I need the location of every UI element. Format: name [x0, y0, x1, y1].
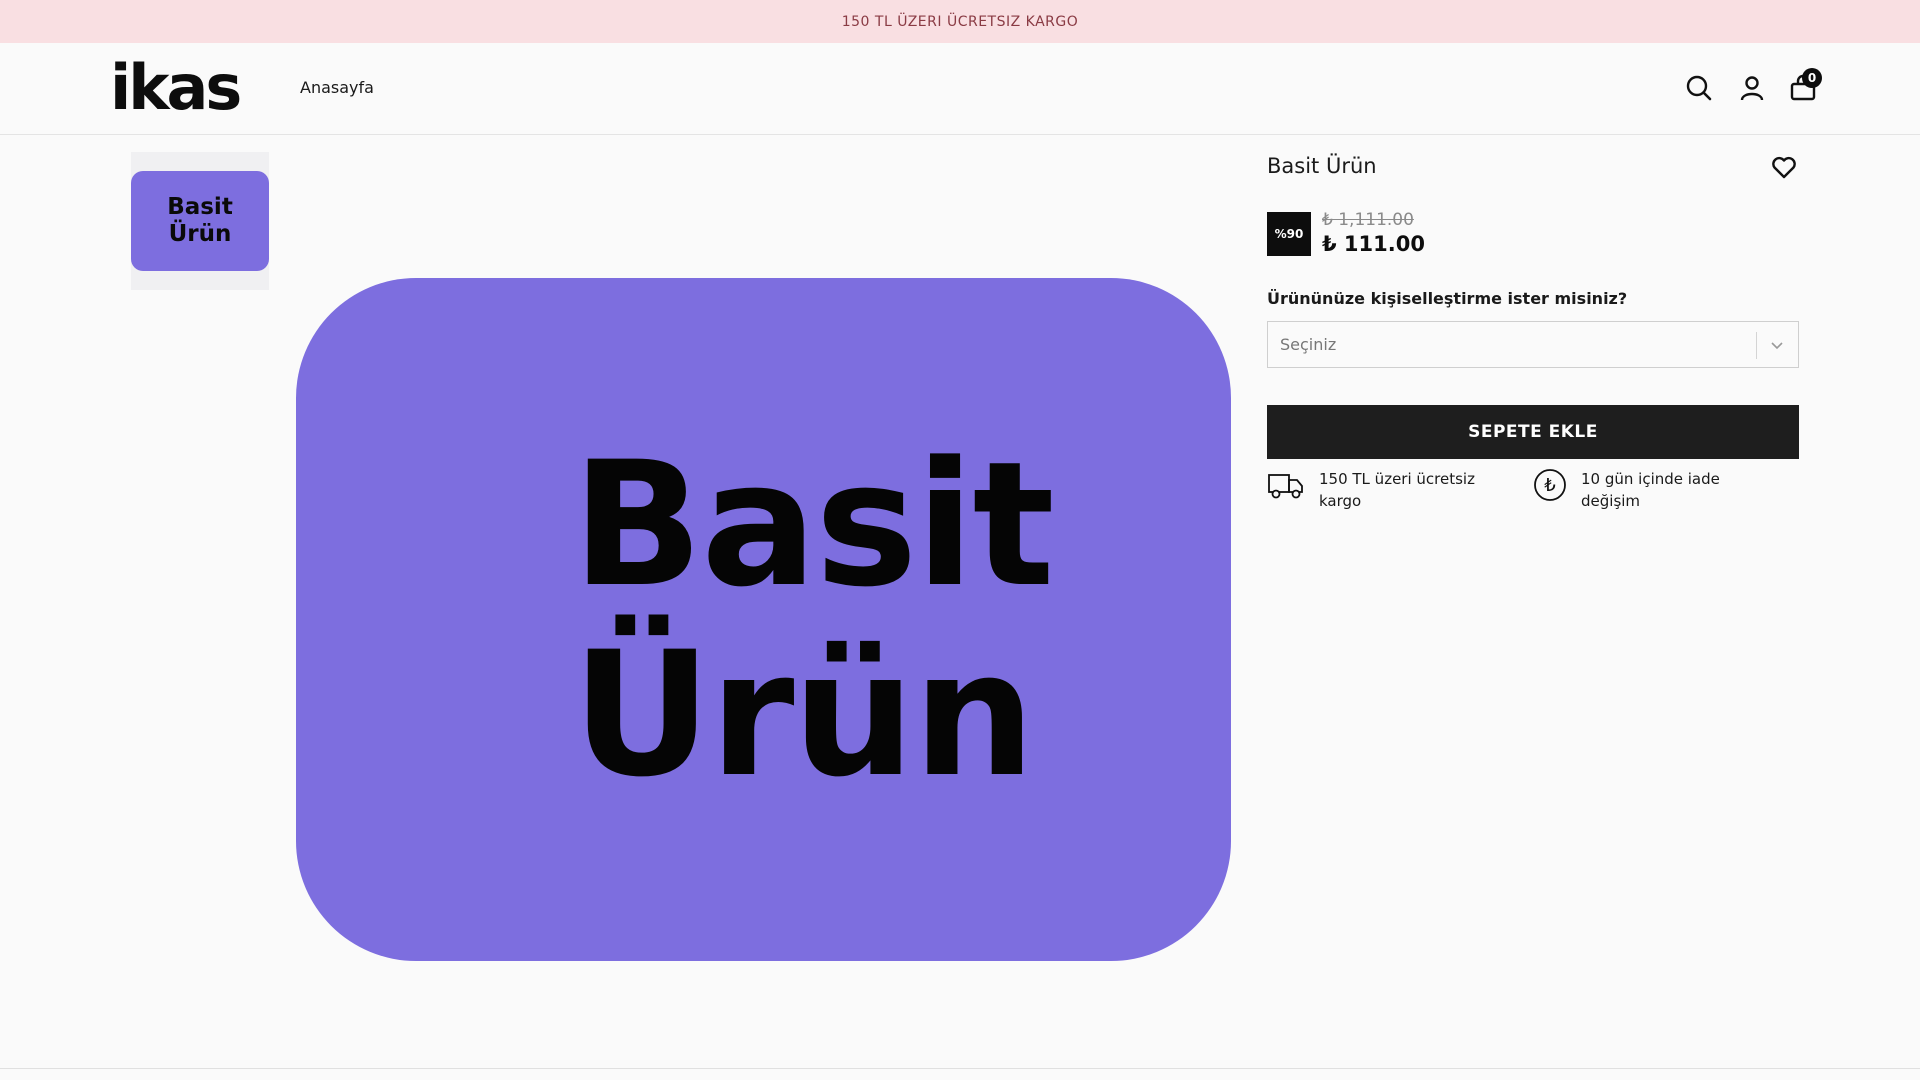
logo[interactable]: ikas: [110, 57, 242, 119]
search-icon[interactable]: [1684, 73, 1714, 103]
feature-shipping-text: 150 TL üzeri ücretsiz kargo: [1319, 470, 1475, 510]
main-image-line-1: Basit: [572, 423, 1055, 625]
footer-divider: [0, 1068, 1920, 1069]
heart-icon[interactable]: [1770, 153, 1798, 181]
announcement-text: 150 TL ÜZERI ÜCRETSIZ KARGO: [841, 13, 1079, 30]
site-header: ikas Anasayfa 0: [0, 43, 1920, 135]
old-price: ₺ 1,111.00: [1322, 210, 1414, 230]
add-to-cart-button[interactable]: SEPETE EKLE: [1267, 405, 1799, 459]
thumbnail-image: Basit Ürün: [131, 171, 269, 271]
thumbnail-line-1: Basit: [167, 194, 233, 220]
personalization-label: Ürününüze kişiselleştirme ister misiniz?: [1267, 289, 1628, 308]
current-price: ₺ 111.00: [1322, 232, 1425, 256]
feature-free-shipping: 150 TL üzeri ücretsiz kargo: [1267, 468, 1489, 512]
select-value: Seçiniz: [1280, 335, 1337, 354]
truck-icon: [1268, 474, 1303, 499]
lira-icon: ₺: [1534, 469, 1566, 501]
main-image-line-2: Ürün: [572, 613, 1035, 815]
thumbnail-line-2: Ürün: [168, 221, 232, 247]
main-product-image[interactable]: Basit Ürün: [296, 278, 1231, 961]
product-title: Basit Ürün: [1267, 154, 1377, 178]
discount-badge: %90: [1267, 212, 1311, 256]
cart-count-badge: 0: [1802, 68, 1822, 88]
feature-returns: ₺ 10 gün içinde iade değişim: [1533, 468, 1751, 512]
svg-text:₺: ₺: [1544, 475, 1555, 496]
personalization-select[interactable]: Seçiniz: [1267, 321, 1799, 368]
announcement-bar: 150 TL ÜZERI ÜCRETSIZ KARGO: [0, 0, 1920, 43]
select-divider: [1756, 332, 1757, 359]
user-icon[interactable]: [1737, 73, 1767, 103]
gallery-thumbnail[interactable]: Basit Ürün: [131, 152, 269, 290]
nav-link-home[interactable]: Anasayfa: [300, 78, 374, 97]
chevron-down-icon: [1771, 342, 1783, 350]
feature-returns-text: 10 gün içinde iade değişim: [1581, 470, 1720, 510]
